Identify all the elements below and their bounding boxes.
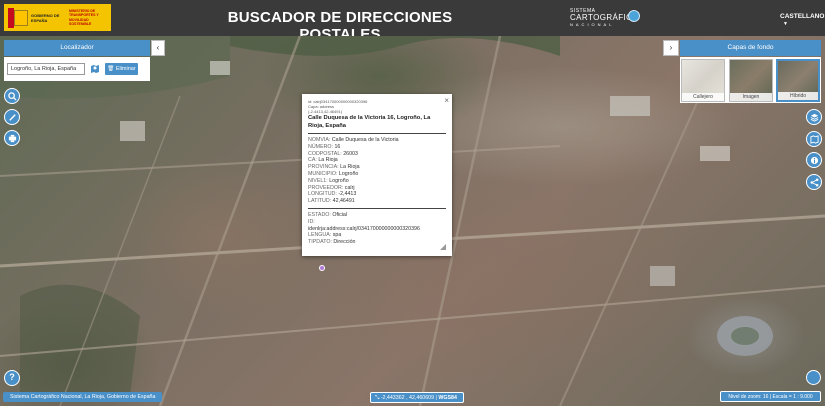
layer-imagen[interactable]: Imagen <box>729 59 773 102</box>
field-value: 26003 <box>341 150 358 157</box>
field-value: spa <box>331 232 342 239</box>
field-value: -2,4413 <box>336 191 357 198</box>
field-value: calrj <box>343 184 355 191</box>
field-value: La Rioja <box>316 157 338 164</box>
printer-icon <box>8 134 16 142</box>
field-value: La Rioja <box>338 164 360 171</box>
field-key: CA: <box>308 157 317 164</box>
clear-button[interactable]: 🗑 Eliminar <box>105 63 138 75</box>
field-key: LATITUD: <box>308 198 332 205</box>
layers-button[interactable] <box>806 109 822 125</box>
field-key: LONGITUD: <box>308 191 337 198</box>
field-key: PROVEEDOR: <box>308 184 344 191</box>
field-key: LENGUA: <box>308 232 332 239</box>
spain-flag-icon <box>8 7 28 28</box>
popup-title: Calle Duquesa de la Victoria 16, Logroño… <box>308 115 431 129</box>
popup-field-row: NIVEL1: Logroño <box>308 178 446 185</box>
layer-callejero[interactable]: Callejero <box>681 59 725 102</box>
popup-field-row: LENGUA: spa <box>308 232 446 239</box>
localizador-header: Localizador <box>4 40 150 56</box>
popup-field-row: NÚMERO: 16 <box>308 144 446 151</box>
popup-field-row: idenlrja:address:calrj/03417000000000032… <box>308 226 446 233</box>
popup-field-row: ESTADO: Oficial <box>308 212 446 219</box>
info-icon <box>810 156 818 164</box>
field-key: PROVINCIA: <box>308 164 339 171</box>
popup-field-row: PROVEEDOR: calrj <box>308 185 446 192</box>
popup-field-row: NOMVIA: Calle Duquesa de la Victoria <box>308 137 446 144</box>
popup-field-row: LATITUD: 42,46491 <box>308 198 446 205</box>
field-value: Logroño <box>327 177 349 184</box>
magnifier-icon <box>7 91 17 101</box>
layers-icon <box>810 113 818 122</box>
field-key: CODPOSTAL: <box>308 150 342 157</box>
share-icon <box>810 178 818 186</box>
field-value: Dirección <box>331 239 356 246</box>
caret-down-icon: ▼ <box>783 21 788 27</box>
attribution: Sistema Cartográfico Nacional, La Rioja,… <box>3 392 163 402</box>
field-value: idenlrja:address:calrj/03417000000000032… <box>308 225 420 232</box>
close-icon[interactable]: × <box>444 96 449 105</box>
divider <box>308 207 446 209</box>
field-value: 16 <box>333 143 341 150</box>
print-button[interactable] <box>4 130 20 146</box>
popup-field-row: LONGITUD: -2,4413 <box>308 191 446 198</box>
share-button[interactable] <box>806 174 822 190</box>
zoom-search-button[interactable] <box>4 88 20 104</box>
field-value: Logroño <box>337 170 359 177</box>
popup-field-row: PROVINCIA: La Rioja <box>308 164 446 171</box>
help-button[interactable]: ? <box>4 370 20 386</box>
address-popup: × id: calrj034170000000000320396 Capa: a… <box>302 94 452 256</box>
popup-field-row: MUNICIPIO: Logroño <box>308 171 446 178</box>
popup-field-row: CODPOSTAL: 26003 <box>308 151 446 158</box>
language-selector[interactable]: CASTELLANO▼ <box>780 13 825 27</box>
map-tools-button[interactable] <box>806 131 822 147</box>
popup-field-row: ID: <box>308 219 446 226</box>
layer-hibrido[interactable]: Híbrido <box>776 59 820 102</box>
field-key: ESTADO: <box>308 211 331 218</box>
cursor-icon: ⤡ <box>375 395 380 401</box>
capas-header: Capas de fondo <box>680 40 821 56</box>
field-key: NÚMERO: <box>308 143 334 150</box>
collapse-capas-button[interactable]: › <box>663 40 679 56</box>
field-value: Oficial <box>330 211 348 218</box>
location-marker[interactable] <box>319 265 325 271</box>
search-input[interactable]: Logroño, La Rioja, España <box>7 63 85 75</box>
resize-handle-icon[interactable] <box>440 244 446 250</box>
divider <box>308 133 446 134</box>
field-key: NIVEL1: <box>308 177 328 184</box>
map-icon <box>809 134 819 144</box>
globe-icon <box>628 10 640 22</box>
popup-coords: (-2.4413,42.46491) <box>308 109 343 114</box>
gov-text: GOBIERNO DE ESPAÑA <box>31 12 60 23</box>
scn-logo[interactable]: SISTEMA CARTOGRÁFICO NACIONAL <box>570 8 640 27</box>
field-value: Calle Duquesa de la Victoria <box>330 137 399 143</box>
map-search-icon[interactable] <box>90 64 100 73</box>
app-header: GOBIERNO DE ESPAÑA MINISTERIO DE TRANSPO… <box>0 0 825 43</box>
ministry-text: MINISTERIO DE TRANSPORTES Y MOVILIDAD SO… <box>69 8 99 27</box>
zoom-scale-info: Nivel de zoom: 16 | Escala = 1 : 9.000 <box>720 391 821 402</box>
government-logo[interactable]: GOBIERNO DE ESPAÑA MINISTERIO DE TRANSPO… <box>4 4 111 31</box>
trash-icon: 🗑 <box>107 66 115 72</box>
field-key: NOMVIA: <box>308 137 331 143</box>
field-value: 42,46491 <box>331 198 355 205</box>
info-button[interactable] <box>806 152 822 168</box>
draw-tool-button[interactable] <box>4 109 20 125</box>
geolocate-button[interactable] <box>806 370 821 385</box>
collapse-localizador-button[interactable]: ‹ <box>151 40 165 56</box>
popup-field-row: CA: La Rioja <box>308 157 446 164</box>
popup-fields: NOMVIA: Calle Duquesa de la Victoria NÚME… <box>308 137 446 205</box>
field-key: MUNICIPIO: <box>308 170 338 177</box>
popup-field-row: TIPDATO: Dirección <box>308 239 446 246</box>
pencil-icon <box>8 113 16 121</box>
coordinates-display[interactable]: ⤡ -2,443362 , 42,460609 | WGS84 <box>370 392 464 403</box>
field-key: ID: <box>308 218 315 225</box>
field-key: TIPDATO: <box>308 239 332 246</box>
popup-fields-extra: ESTADO: Oficial ID: idenlrja:address:calr… <box>308 212 446 246</box>
